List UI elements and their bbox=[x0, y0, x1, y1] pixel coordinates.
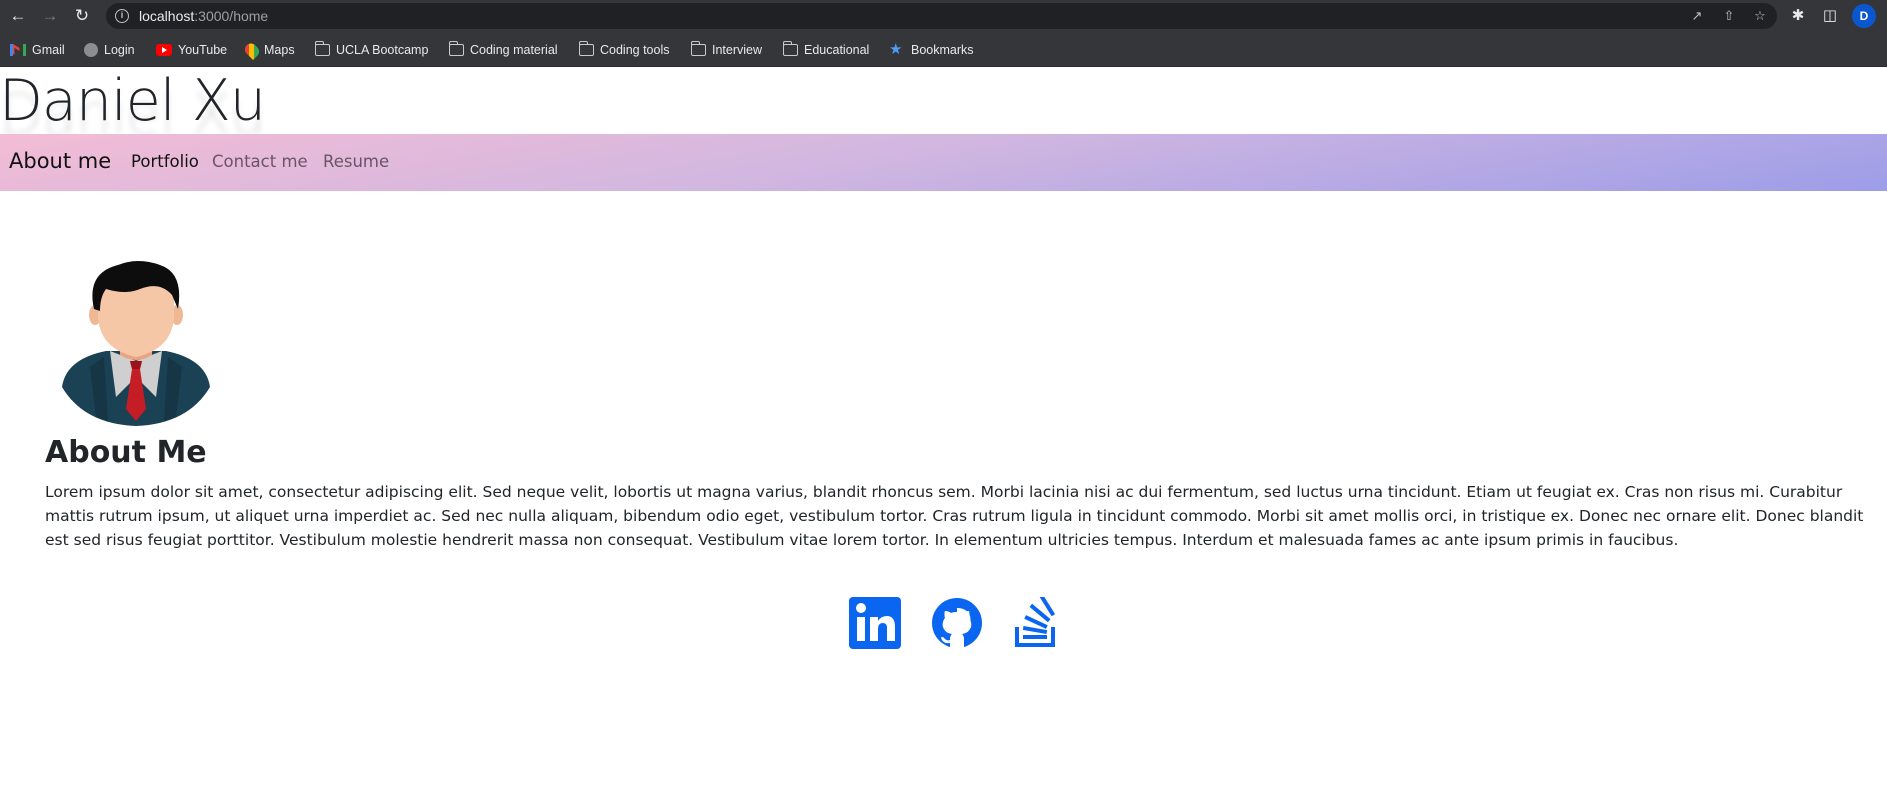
folder-icon bbox=[448, 41, 464, 56]
url-host: localhost bbox=[139, 8, 195, 24]
bookmark-label: Educational bbox=[804, 43, 870, 57]
back-icon[interactable]: ← bbox=[7, 6, 29, 26]
folder-icon bbox=[782, 41, 798, 56]
avatar bbox=[60, 259, 212, 427]
bookmark-folder-coding-material[interactable]: Coding material bbox=[448, 40, 558, 60]
bookmark-label: Gmail bbox=[32, 43, 65, 57]
nav-link-portfolio[interactable]: Portfolio bbox=[131, 152, 199, 171]
extensions-icon[interactable]: ✱ bbox=[1788, 6, 1808, 26]
bookmark-label: YouTube bbox=[178, 43, 228, 57]
site-info-icon[interactable]: i bbox=[115, 9, 129, 23]
folder-icon bbox=[690, 41, 706, 56]
folder-icon bbox=[578, 41, 594, 56]
bookmark-label: UCLA Bootcamp bbox=[336, 43, 429, 57]
nav-brand-about-me[interactable]: About me bbox=[9, 149, 111, 173]
gmail-icon bbox=[10, 44, 26, 56]
bookmark-youtube[interactable]: YouTube bbox=[156, 40, 227, 60]
forward-icon[interactable]: → bbox=[39, 6, 61, 26]
linkedin-link[interactable] bbox=[849, 597, 901, 649]
navbar: About me Portfolio Contact me Resume bbox=[0, 134, 1887, 191]
maps-icon bbox=[242, 40, 262, 60]
open-in-app-icon[interactable]: ↗ bbox=[1688, 7, 1706, 25]
page-content: Daniel Xu About me Portfolio Contact me … bbox=[0, 67, 1887, 795]
bookmark-label: Interview bbox=[712, 43, 763, 57]
github-link[interactable] bbox=[931, 597, 983, 649]
bookmark-label: Maps bbox=[264, 43, 295, 57]
nav-link-resume[interactable]: Resume bbox=[323, 152, 389, 171]
star-icon: ★ bbox=[889, 41, 903, 58]
avatar-icon bbox=[62, 261, 210, 426]
bookmark-label: Coding material bbox=[470, 43, 558, 57]
profile-avatar[interactable]: D bbox=[1852, 4, 1876, 28]
bookmark-folder-coding-tools[interactable]: Coding tools bbox=[578, 40, 670, 60]
folder-icon bbox=[314, 41, 330, 56]
youtube-icon bbox=[156, 44, 172, 56]
address-bar[interactable]: i localhost:3000/home ↗ ⇧ ☆ bbox=[106, 3, 1777, 29]
bookmark-folder-ucla-bootcamp[interactable]: UCLA Bootcamp bbox=[314, 40, 429, 60]
github-icon bbox=[932, 598, 982, 649]
side-panel-icon[interactable]: ◫ bbox=[1820, 6, 1840, 26]
linkedin-icon bbox=[849, 597, 901, 649]
bookmark-gmail[interactable]: Gmail bbox=[10, 40, 65, 60]
about-paragraph: Lorem ipsum dolor sit amet, consectetur … bbox=[45, 483, 1864, 549]
address-url[interactable]: localhost:3000/home bbox=[139, 8, 268, 24]
bookmark-maps[interactable]: Maps bbox=[242, 40, 295, 60]
bookmark-star-icon[interactable]: ☆ bbox=[1751, 7, 1769, 25]
bookmark-label: Bookmarks bbox=[911, 43, 974, 57]
bookmarks-bar: Gmail Login YouTube Maps UCLA Bootcamp C… bbox=[0, 32, 1887, 67]
bookmark-folder-interview[interactable]: Interview bbox=[690, 40, 763, 60]
stackoverflow-icon bbox=[1015, 593, 1056, 647]
site-title: Daniel Xu bbox=[0, 68, 266, 134]
share-icon[interactable]: ⇧ bbox=[1720, 7, 1738, 25]
globe-icon bbox=[84, 43, 98, 57]
url-path: :3000/home bbox=[194, 8, 269, 24]
bookmark-label: Login bbox=[104, 43, 135, 57]
bookmark-login[interactable]: Login bbox=[84, 40, 135, 60]
bookmark-bookmarks[interactable]: ★ Bookmarks bbox=[889, 40, 974, 60]
nav-link-contact-me[interactable]: Contact me bbox=[212, 152, 308, 171]
reload-icon[interactable]: ↻ bbox=[71, 6, 93, 26]
about-heading: About Me bbox=[45, 435, 207, 470]
stackoverflow-link[interactable] bbox=[1011, 593, 1063, 649]
browser-toolbar: ← → ↻ i localhost:3000/home ↗ ⇧ ☆ ✱ ◫ D bbox=[0, 0, 1887, 32]
bookmark-label: Coding tools bbox=[600, 43, 670, 57]
bookmark-folder-educational[interactable]: Educational bbox=[782, 40, 870, 60]
